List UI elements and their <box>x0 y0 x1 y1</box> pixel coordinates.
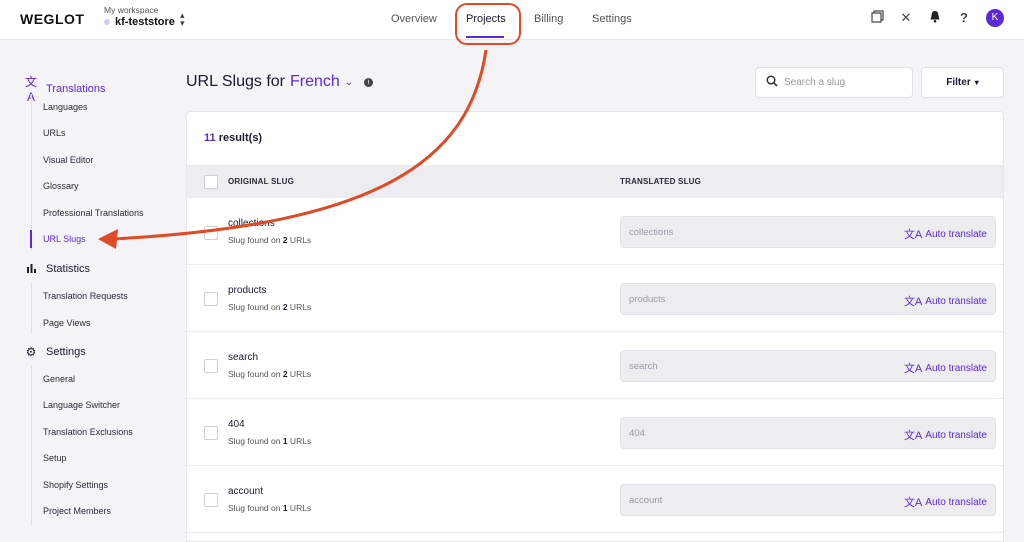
slug-found-text: Slug found on 1 URLs <box>228 503 312 513</box>
slug-found-text: Slug found on 2 URLs <box>228 235 312 245</box>
select-all-checkbox[interactable] <box>204 175 218 189</box>
nav-billing[interactable]: Billing <box>534 0 563 40</box>
column-translated-slug: TRANSLATED SLUG <box>620 177 702 186</box>
sidebar-section-label: Translations <box>46 82 106 95</box>
sidebar-section-label: Settings <box>46 346 86 358</box>
translate-icon: 文A <box>903 497 923 509</box>
auto-translate-button[interactable]: 文A Auto translate <box>904 226 987 242</box>
gear-icon: ⚙ <box>25 345 37 359</box>
translate-icon: 文A <box>903 430 923 442</box>
workspace-name: kf-teststore <box>115 16 175 28</box>
weglot-logo[interactable]: WEGLOT <box>20 11 84 27</box>
copy-icon[interactable] <box>869 10 885 26</box>
submenu-rail <box>31 94 32 250</box>
column-original-slug: ORIGINAL SLUG <box>228 177 295 186</box>
original-slug: 404 <box>228 419 245 430</box>
translated-slug-placeholder: search <box>629 361 658 372</box>
table-row: products Slug found on 2 URLs products 文… <box>187 265 1003 332</box>
sidebar-section-statistics[interactable]: Statistics <box>24 262 90 276</box>
auto-translate-button[interactable]: 文A Auto translate <box>904 427 987 443</box>
close-icon[interactable]: ✕ <box>898 10 914 26</box>
row-checkbox[interactable] <box>204 493 218 507</box>
row-checkbox[interactable] <box>204 226 218 240</box>
help-icon[interactable]: ? <box>956 10 972 26</box>
filter-button[interactable]: Filter ▾ <box>921 67 1004 98</box>
sidebar-item-glossary[interactable]: Glossary <box>43 181 79 191</box>
active-item-bar <box>30 230 32 248</box>
original-slug: account <box>228 486 264 497</box>
nav-settings[interactable]: Settings <box>592 0 632 40</box>
slug-found-text: Slug found on 2 URLs <box>228 302 312 312</box>
row-checkbox[interactable] <box>204 359 218 373</box>
workspace-dot-icon <box>104 19 110 25</box>
sidebar-item-url-slugs[interactable]: URL Slugs <box>43 234 86 244</box>
workspace-selector[interactable]: My workspace kf-teststore <box>104 5 175 28</box>
original-slug: search <box>228 352 259 363</box>
row-checkbox[interactable] <box>204 292 218 306</box>
table-row: account Slug found on 1 URLs account 文A A… <box>187 466 1003 533</box>
bar-chart-icon <box>24 262 38 276</box>
auto-translate-button[interactable]: 文A Auto translate <box>904 360 987 376</box>
translated-slug-placeholder: collections <box>629 227 674 238</box>
sidebar: 文ATranslations Languages URLs Visual Edi… <box>0 40 170 542</box>
translated-slug-input[interactable]: collections 文A Auto translate <box>620 216 996 248</box>
sidebar-item-setup[interactable]: Setup <box>43 453 67 463</box>
page-title-text: URL Slugs for <box>186 73 285 90</box>
chevron-down-icon: ▾ <box>974 78 979 87</box>
user-avatar[interactable]: K <box>986 9 1004 27</box>
chevron-down-icon[interactable]: ⌄ <box>345 77 353 88</box>
sidebar-section-label: Statistics <box>46 263 91 275</box>
submenu-rail <box>31 282 32 334</box>
translated-slug-placeholder: account <box>629 495 663 506</box>
result-count: 11 result(s) <box>204 132 263 144</box>
auto-translate-button[interactable]: 文A Auto translate <box>904 293 987 309</box>
translated-slug-placeholder: products <box>629 294 666 305</box>
translated-slug-input[interactable]: account 文A Auto translate <box>620 484 996 516</box>
translate-icon: 文A <box>903 363 923 375</box>
annotation-circle <box>455 3 521 45</box>
table-header: ORIGINAL SLUG TRANSLATED SLUG <box>187 165 1003 198</box>
sidebar-item-translation-exclusions[interactable]: Translation Exclusions <box>43 427 133 437</box>
workspace-label: My workspace <box>104 5 159 15</box>
sidebar-item-language-switcher[interactable]: Language Switcher <box>43 400 120 410</box>
row-checkbox[interactable] <box>204 426 218 440</box>
slug-found-text: Slug found on 1 URLs <box>228 436 312 446</box>
translate-icon: 文A <box>903 296 923 308</box>
translate-icon: 文A <box>903 229 923 241</box>
search-icon <box>766 74 778 92</box>
filter-label: Filter <box>946 77 971 88</box>
auto-translate-button[interactable]: 文A Auto translate <box>904 494 987 510</box>
slug-found-text: Slug found on 2 URLs <box>228 369 312 379</box>
page-title: URL Slugs for French ⌄ i <box>186 73 374 91</box>
submenu-rail <box>31 366 32 526</box>
sidebar-item-languages[interactable]: Languages <box>43 102 88 112</box>
table-row: collections Slug found on 2 URLs collect… <box>187 198 1003 265</box>
bell-icon[interactable] <box>927 10 943 26</box>
info-icon[interactable]: i <box>364 77 374 87</box>
sidebar-item-project-members[interactable]: Project Members <box>43 506 111 516</box>
search-input[interactable] <box>784 77 904 88</box>
translated-slug-input[interactable]: products 文A Auto translate <box>620 283 996 315</box>
nav-overview[interactable]: Overview <box>391 0 437 40</box>
language-selector[interactable]: French <box>290 73 340 91</box>
translated-slug-input[interactable]: search 文A Auto translate <box>620 350 996 382</box>
sidebar-item-professional-translations[interactable]: Professional Translations <box>43 208 144 218</box>
original-slug: products <box>228 285 267 296</box>
chevron-up-down-icon[interactable]: ▴ ▾ <box>180 11 185 28</box>
sidebar-item-shopify-settings[interactable]: Shopify Settings <box>43 480 108 490</box>
table-row: search Slug found on 2 URLs search 文A Aut… <box>187 332 1003 399</box>
sidebar-item-page-views[interactable]: Page Views <box>43 318 90 328</box>
sidebar-item-translation-requests[interactable]: Translation Requests <box>43 291 128 301</box>
sidebar-item-general[interactable]: General <box>43 374 75 384</box>
table-row: 404 Slug found on 1 URLs 404 文A Auto tran… <box>187 399 1003 466</box>
search-box[interactable] <box>755 67 913 98</box>
sidebar-section-translations[interactable]: 文ATranslations <box>24 73 106 104</box>
sidebar-section-settings[interactable]: ⚙ Settings <box>24 345 86 359</box>
original-slug: collections <box>228 218 275 229</box>
sidebar-item-visual-editor[interactable]: Visual Editor <box>43 155 93 165</box>
sidebar-item-urls[interactable]: URLs <box>43 128 66 138</box>
slugs-table-card: 11 result(s) ORIGINAL SLUG TRANSLATED SL… <box>186 111 1004 542</box>
translated-slug-input[interactable]: 404 文A Auto translate <box>620 417 996 449</box>
translated-slug-placeholder: 404 <box>629 428 645 439</box>
